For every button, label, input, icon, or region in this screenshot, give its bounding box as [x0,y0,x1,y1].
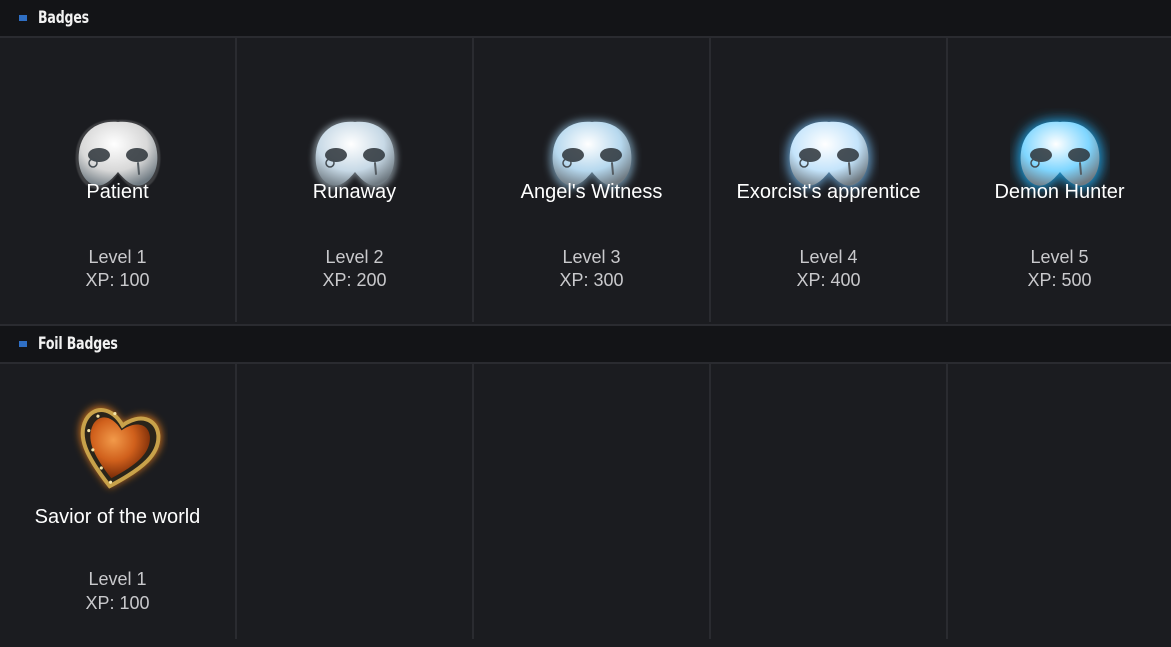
badge-xp: XP: 200 [322,270,387,290]
badge-level: Level 4 [799,247,858,267]
badge-name: Angel's Witness [520,181,663,203]
badge-level: Level 1 [88,569,147,589]
section-bullet [19,341,27,347]
badge-card[interactable]: Exorcist's apprentice Level 4 XP: 400 [711,38,948,322]
section-header-badges: Badges [0,0,1171,38]
badge-level: Level 1 [88,247,147,267]
badge-xp: XP: 500 [1027,270,1092,290]
foil-badges-section: Foil Badges Savior of the world Level 1 … [0,326,1171,639]
badge-name: Exorcist's apprentice [736,181,921,203]
badge-xp: XP: 400 [796,270,861,290]
badge-xp: XP: 100 [85,593,150,613]
badge-card[interactable]: Runaway Level 2 XP: 200 [237,38,474,322]
empty-badge-slot [237,364,474,639]
badges-section: Badges Patient Level 1 XP: 100 Runaway L… [0,0,1171,326]
badge-name: Savior of the world [34,506,201,528]
badge-level: Level 3 [562,247,621,267]
empty-badge-slot [474,364,711,639]
empty-badge-slot [711,364,948,639]
heart-icon [79,406,162,489]
empty-badge-slot [948,364,1171,639]
badge-level: Level 5 [1030,247,1089,267]
section-bullet [19,15,27,21]
badge-card[interactable]: Patient Level 1 XP: 100 [0,38,237,322]
badge-level: Level 2 [325,247,384,267]
badge-xp: XP: 100 [85,270,150,290]
badge-name: Patient [86,181,149,203]
section-header-foil-badges: Foil Badges [0,326,1171,364]
badge-card[interactable]: Angel's Witness Level 3 XP: 300 [474,38,711,322]
badge-card[interactable]: Demon Hunter Level 5 XP: 500 [948,38,1171,322]
foil-badges-grid: Savior of the world Level 1 XP: 100 [0,364,1171,639]
section-title: Badges [38,8,89,28]
section-title: Foil Badges [38,334,118,354]
badge-name: Runaway [312,181,397,203]
badge-name: Demon Hunter [994,181,1125,203]
badges-grid: Patient Level 1 XP: 100 Runaway Level 2 … [0,38,1171,326]
badge-xp: XP: 300 [559,270,624,290]
badge-card[interactable]: Savior of the world Level 1 XP: 100 [0,364,237,639]
